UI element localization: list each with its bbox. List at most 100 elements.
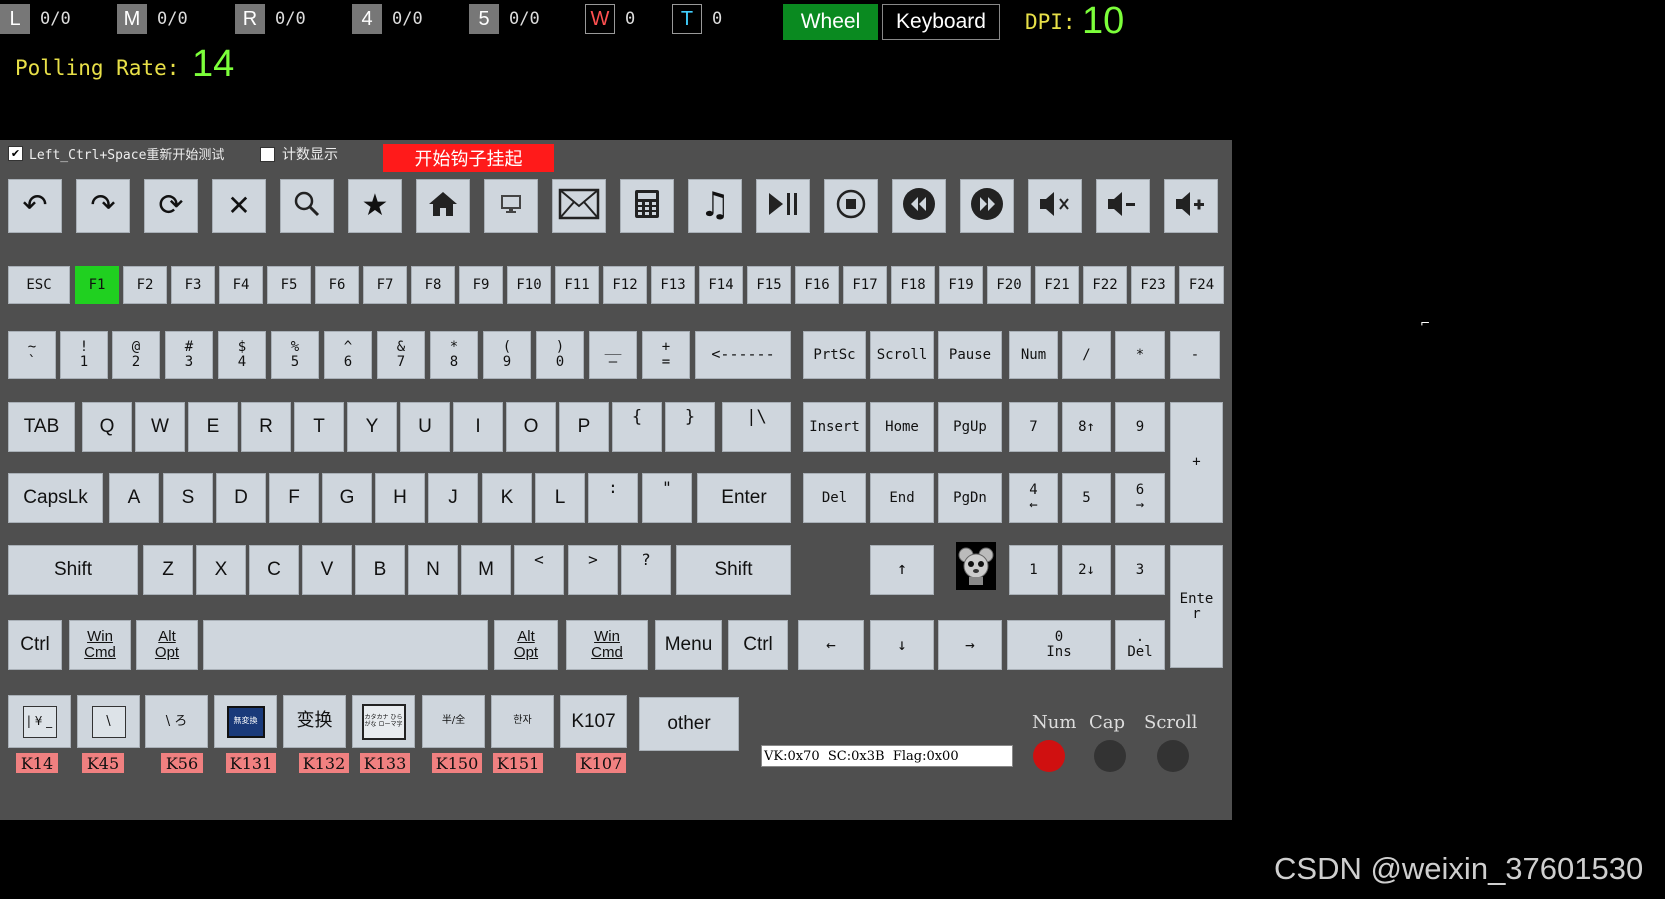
key-1[interactable]: ! 1	[60, 331, 108, 379]
key-9[interactable]: (9	[483, 331, 531, 379]
other-button[interactable]: other	[639, 697, 739, 751]
start-hook-button[interactable]: 开始钩子挂起	[383, 144, 554, 172]
jp-key-muhenkan[interactable]: 無変換	[214, 695, 277, 748]
key-tab[interactable]: TAB	[8, 402, 75, 452]
restart-checkbox-row[interactable]: ✔ Left_Ctrl+Space重新开始测试	[8, 144, 224, 163]
key-right-win[interactable]: Win Cmd	[566, 620, 648, 670]
key-f2[interactable]: F2	[123, 266, 167, 304]
key-z[interactable]: Z	[143, 545, 193, 595]
jp-key-yen[interactable]: | ¥ _	[8, 695, 71, 748]
key-b[interactable]: B	[355, 545, 405, 595]
key-left-alt[interactable]: Alt Opt	[136, 620, 198, 670]
key-f9[interactable]: F9	[459, 266, 503, 304]
jp-key-hankaku[interactable]: 半/全	[422, 695, 485, 748]
key-u[interactable]: U	[400, 402, 450, 452]
jp-key-ro[interactable]: \ ろ	[145, 695, 208, 748]
key-s[interactable]: S	[163, 473, 213, 523]
key-f1[interactable]: F1	[75, 266, 119, 304]
key-0[interactable]: ) 0	[536, 331, 584, 379]
key-scrolllock[interactable]: Scroll	[870, 331, 934, 379]
key-numlock[interactable]: Num	[1009, 331, 1058, 379]
media-key-calculator[interactable]	[620, 179, 674, 233]
key-enter[interactable]: Enter	[697, 473, 791, 523]
key-numpad-7[interactable]: 7	[1009, 402, 1058, 452]
key-n[interactable]: N	[408, 545, 458, 595]
key-q[interactable]: Q	[82, 402, 132, 452]
key-arrow-right[interactable]: →	[938, 620, 1002, 670]
key-semicolon[interactable]: :	[588, 473, 638, 523]
count-display-checkbox[interactable]	[260, 146, 275, 162]
key-numpad-6[interactable]: 6 →	[1115, 473, 1165, 523]
key-space[interactable]	[203, 620, 488, 670]
key-7[interactable]: & 7	[377, 331, 425, 379]
media-key-forward[interactable]: ↷	[76, 179, 130, 233]
key-home[interactable]: Home	[870, 402, 934, 452]
key-4[interactable]: $4	[218, 331, 266, 379]
key-numpad-0[interactable]: 0 Ins	[1007, 620, 1111, 670]
key-2[interactable]: @2	[112, 331, 160, 379]
key-pagedown[interactable]: PgDn	[938, 473, 1002, 523]
key-right-shift[interactable]: Shift	[676, 545, 791, 595]
key-f18[interactable]: F18	[891, 266, 935, 304]
media-key-music[interactable]: ♫	[688, 179, 742, 233]
key-f21[interactable]: F21	[1035, 266, 1079, 304]
key-f4[interactable]: F4	[219, 266, 263, 304]
key-quote[interactable]: "	[642, 473, 692, 523]
key-numpad-add[interactable]: +	[1170, 402, 1223, 523]
key-f5[interactable]: F5	[267, 266, 311, 304]
key-f12[interactable]: F12	[603, 266, 647, 304]
key-f23[interactable]: F23	[1131, 266, 1175, 304]
key-numpad-3[interactable]: 3	[1115, 545, 1165, 595]
key-left-ctrl[interactable]: Ctrl	[8, 620, 62, 670]
key-t[interactable]: T	[294, 402, 344, 452]
key-capslock[interactable]: CapsLk	[8, 473, 103, 523]
key-numpad-decimal[interactable]: . Del	[1115, 620, 1165, 670]
key-numpad-divide[interactable]: /	[1062, 331, 1111, 379]
key-o[interactable]: O	[506, 402, 556, 452]
key-i[interactable]: I	[453, 402, 503, 452]
key-d[interactable]: D	[216, 473, 266, 523]
media-key-home[interactable]	[416, 179, 470, 233]
key-5[interactable]: % 5	[271, 331, 319, 379]
key-backslash[interactable]: |\	[722, 402, 791, 452]
key-f3[interactable]: F3	[171, 266, 215, 304]
key-right-brace[interactable]: }	[665, 402, 715, 452]
key-x[interactable]: X	[196, 545, 246, 595]
key-numpad-multiply[interactable]: *	[1115, 331, 1165, 379]
key-left-brace[interactable]: {	[612, 402, 662, 452]
key-numpad-9[interactable]: 9	[1115, 402, 1165, 452]
key-left-shift[interactable]: Shift	[8, 545, 138, 595]
key-y[interactable]: Y	[347, 402, 397, 452]
key-l[interactable]: L	[535, 473, 585, 523]
media-key-volume-up[interactable]	[1164, 179, 1218, 233]
media-key-back[interactable]: ↶	[8, 179, 62, 233]
jp-key-backslash[interactable]: \	[77, 695, 140, 748]
media-key-mail[interactable]	[552, 179, 606, 233]
key-6[interactable]: ^ 6	[324, 331, 372, 379]
key-f17[interactable]: F17	[843, 266, 887, 304]
media-key-next-track[interactable]	[960, 179, 1014, 233]
media-key-computer[interactable]	[484, 179, 538, 233]
key-f24[interactable]: F24	[1179, 266, 1224, 304]
key-numpad-subtract[interactable]: -	[1170, 331, 1220, 379]
key-h[interactable]: H	[375, 473, 425, 523]
media-key-favorites[interactable]: ★	[348, 179, 402, 233]
media-key-search[interactable]	[280, 179, 334, 233]
key-slash[interactable]: ?	[621, 545, 671, 595]
key-printscreen[interactable]: PrtSc	[803, 331, 866, 379]
key-backtick[interactable]: ~ `	[8, 331, 56, 379]
key-k107[interactable]: K107	[560, 695, 627, 748]
key-f19[interactable]: F19	[939, 266, 983, 304]
key-pageup[interactable]: PgUp	[938, 402, 1002, 452]
key-numpad-8[interactable]: 8↑	[1062, 402, 1111, 452]
key-arrow-down[interactable]: ↓	[870, 620, 934, 670]
key-f13[interactable]: F13	[651, 266, 695, 304]
key-numpad-5[interactable]: 5	[1062, 473, 1111, 523]
key-g[interactable]: G	[322, 473, 372, 523]
key-insert[interactable]: Insert	[803, 402, 866, 452]
key-w[interactable]: W	[135, 402, 185, 452]
restart-checkbox[interactable]: ✔	[8, 146, 23, 161]
key-arrow-left[interactable]: ←	[798, 620, 864, 670]
key-f6[interactable]: F6	[315, 266, 359, 304]
key-numpad-2[interactable]: 2↓	[1062, 545, 1111, 595]
